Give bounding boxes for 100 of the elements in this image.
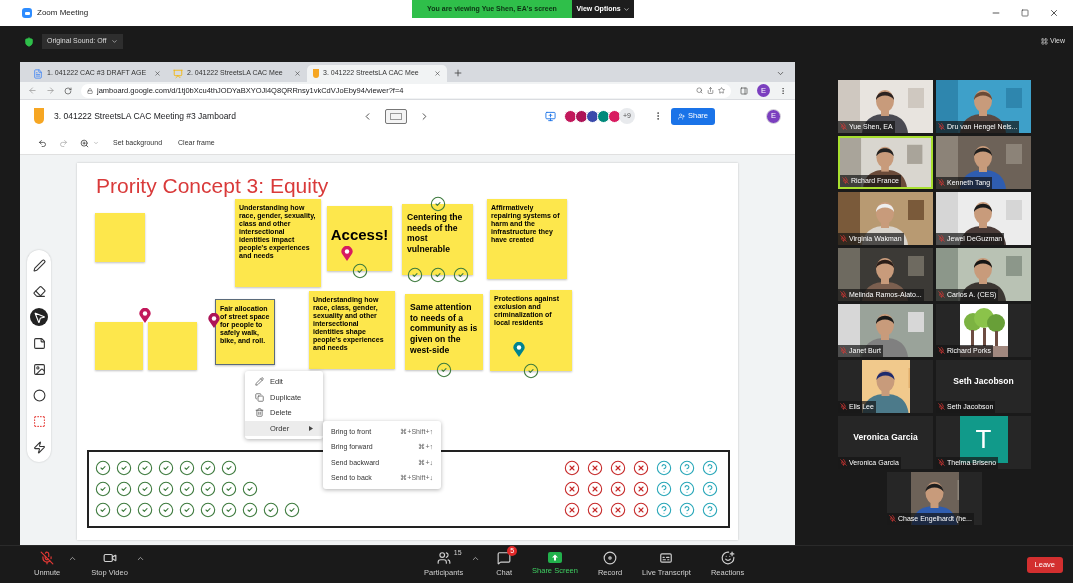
cross-vote-icon <box>633 460 649 476</box>
close-tab-icon[interactable] <box>294 70 301 77</box>
check-vote-icon <box>95 502 111 518</box>
cross-vote-icon <box>610 460 626 476</box>
maximize-icon[interactable] <box>1021 9 1029 17</box>
people-icon <box>436 550 451 565</box>
reload-icon[interactable] <box>64 86 72 95</box>
question-vote-icon <box>656 502 672 518</box>
muted-mic-icon <box>889 515 896 523</box>
cross-vote-icon <box>633 481 649 497</box>
muted-mic-icon <box>840 459 847 467</box>
frame-title: Prority Concept 3: Equity <box>96 173 329 199</box>
tab-list-icon[interactable] <box>776 69 785 78</box>
caret-icon <box>622 5 630 13</box>
check-vote-icon <box>523 363 539 379</box>
document-icon <box>33 68 43 79</box>
check-vote-icon <box>452 267 469 283</box>
check-vote-icon <box>137 460 153 476</box>
add-person-icon <box>678 112 685 120</box>
muted-mic-icon <box>938 235 945 243</box>
record-icon <box>603 550 617 565</box>
bookmark-star-icon[interactable] <box>718 87 725 94</box>
check-vote-icon <box>116 460 132 476</box>
jamboard-favicon-icon <box>313 69 319 78</box>
cross-vote-icon <box>564 481 580 497</box>
zoom-logo-icon <box>22 8 32 18</box>
present-icon[interactable] <box>545 110 556 122</box>
note-text: Access! <box>329 225 390 245</box>
muted-mic-icon <box>938 179 945 187</box>
search-icon[interactable] <box>696 87 703 94</box>
sticky-note[interactable]: Same attention to needs of a community as is given on the west-side <box>405 294 483 370</box>
check-vote-icon <box>137 481 153 497</box>
lock-icon <box>87 87 93 94</box>
question-vote-icon <box>702 481 718 497</box>
security-shield-icon <box>24 36 34 47</box>
cross-vote-icon <box>633 502 649 518</box>
check-vote-icon <box>158 460 174 476</box>
question-vote-icon <box>679 460 695 476</box>
question-vote-icon <box>702 460 718 476</box>
frame-thumbnail[interactable] <box>385 108 407 124</box>
share-page-icon[interactable] <box>707 87 714 94</box>
check-vote-icon <box>179 481 195 497</box>
note-text: Same attention to needs of a community as is given on the west-side <box>409 301 479 356</box>
check-vote-icon <box>179 502 195 518</box>
slides-icon <box>173 68 183 79</box>
check-vote-icon <box>284 502 300 518</box>
question-vote-icon <box>679 481 695 497</box>
cross-vote-icon <box>564 460 580 476</box>
close-icon[interactable] <box>1049 8 1059 18</box>
muted-mic-icon <box>938 347 945 355</box>
sticky-note[interactable]: Access! <box>327 206 392 271</box>
pencil-icon <box>255 377 264 387</box>
check-vote-icon <box>95 460 111 476</box>
check-vote-icon <box>116 502 132 518</box>
check-vote-icon <box>179 460 195 476</box>
captions-icon <box>659 550 674 565</box>
smiley-icon <box>720 550 735 565</box>
sticky-note[interactable]: Centering the needs of the most vulnerable <box>402 204 473 275</box>
note-text: Centering the needs of the most vulnerable <box>406 211 464 255</box>
check-vote-icon <box>221 460 237 476</box>
zoom-icon[interactable] <box>80 138 89 148</box>
collaborator-avatar <box>575 109 588 123</box>
check-vote-icon <box>200 460 216 476</box>
muted-mic-icon <box>840 403 847 411</box>
close-tab-icon[interactable] <box>154 70 161 77</box>
muted-mic-icon <box>938 403 945 411</box>
new-tab-icon[interactable] <box>453 68 463 78</box>
muted-mic-icon <box>842 177 849 185</box>
muted-mic-icon <box>840 291 847 299</box>
collaborator-avatar <box>597 109 610 123</box>
check-vote-icon <box>200 502 216 518</box>
check-vote-icon <box>242 481 258 497</box>
jamboard-logo-icon <box>34 108 44 124</box>
collaborator-avatar <box>564 109 577 123</box>
check-vote-icon <box>263 502 279 518</box>
check-vote-icon <box>406 267 423 283</box>
muted-mic-icon <box>40 550 55 565</box>
grid-icon <box>1040 38 1048 45</box>
share-screen-icon <box>547 552 562 564</box>
check-vote-icon <box>429 196 446 212</box>
cross-vote-icon <box>587 460 603 476</box>
cross-vote-icon <box>587 502 603 518</box>
question-vote-icon <box>656 460 672 476</box>
check-vote-icon <box>436 362 452 378</box>
check-vote-icon <box>200 481 216 497</box>
muted-mic-icon <box>938 459 945 467</box>
question-vote-icon <box>656 481 672 497</box>
side-panel-icon[interactable] <box>740 86 748 95</box>
muted-mic-icon <box>938 123 945 131</box>
more-icon[interactable] <box>779 86 787 95</box>
check-vote-icon <box>95 481 111 497</box>
muted-mic-icon <box>840 123 847 131</box>
check-vote-icon <box>351 263 368 279</box>
check-vote-icon <box>221 481 237 497</box>
undo-icon[interactable] <box>38 138 47 148</box>
question-vote-icon <box>702 502 718 518</box>
submenu-arrow-icon <box>309 425 313 431</box>
close-tab-icon[interactable] <box>434 70 441 77</box>
check-vote-icon <box>242 502 258 518</box>
participant-display-name: Veronica Garcia <box>853 431 918 444</box>
